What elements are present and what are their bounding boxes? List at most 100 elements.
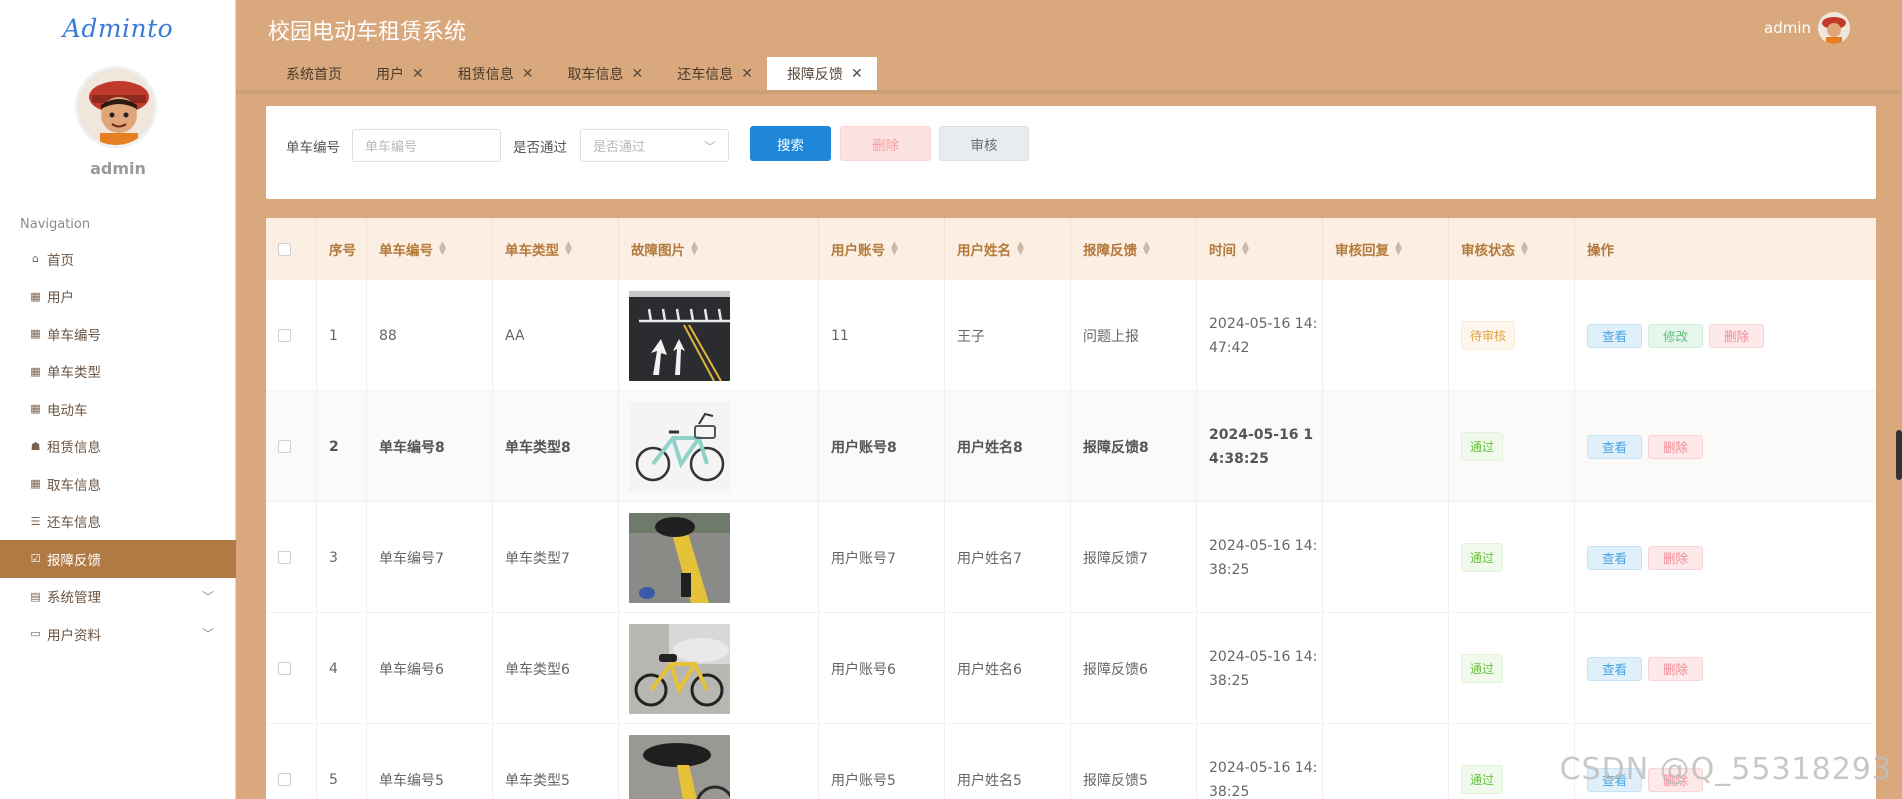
fault-photo[interactable] [629, 290, 730, 381]
fault-photo[interactable] [629, 623, 730, 714]
sidebar-item-system[interactable]: ▤ 系统管理 ﹀ [0, 578, 236, 616]
sidebar-item-label: 用户 [47, 290, 74, 307]
col-header[interactable]: 时间 ▲ ▼ [1197, 218, 1323, 280]
sidebar-item-bike-no[interactable]: ▦ 单车编号 [0, 315, 236, 353]
row-checkbox[interactable] [278, 329, 291, 342]
view-button[interactable]: 查看 [1587, 545, 1643, 570]
select-all-checkbox[interactable] [278, 242, 291, 256]
tab-users[interactable]: 用户 ✕ [356, 57, 438, 90]
sort-icon[interactable]: ▲ ▼ [1017, 241, 1024, 257]
delete-row-button[interactable]: 删除 [1648, 545, 1704, 570]
header-username[interactable]: admin [1764, 19, 1811, 37]
cell-bike-no: 88 [367, 280, 493, 391]
table-row: 3 单车编号7 单车类型7 用户账号7 用户姓名7 报障反馈7 2024-05-… [266, 502, 1876, 613]
delete-row-button[interactable]: 删除 [1648, 656, 1704, 681]
sidebar-item-pickup[interactable]: ▦ 取车信息 [0, 465, 236, 503]
search-button[interactable]: 搜索 [750, 126, 831, 161]
sidebar-item-label: 租赁信息 [47, 440, 101, 457]
chevron-down-icon: ﹀ [201, 627, 214, 641]
sort-icon[interactable]: ▲ ▼ [1242, 241, 1249, 257]
delete-row-button[interactable]: 删除 [1648, 434, 1704, 459]
delete-row-button[interactable]: 删除 [1709, 323, 1765, 348]
sidebar-item-home[interactable]: ⌂ 首页 [0, 240, 236, 278]
col-header[interactable]: 单车类型 ▲ ▼ [493, 218, 619, 280]
sort-icon[interactable]: ▲ ▼ [565, 241, 572, 257]
row-checkbox[interactable] [278, 440, 291, 453]
sidebar-item-profile[interactable]: ▭ 用户资料 ﹀ [0, 615, 236, 653]
col-header[interactable]: 审核状态 ▲ ▼ [1449, 218, 1575, 280]
tab-fault-report[interactable]: 报障反馈 ✕ [766, 57, 877, 90]
tab-pickup[interactable]: 取车信息 ✕ [547, 57, 658, 90]
sidebar-item-label: 系统管理 [47, 590, 101, 607]
cell-photo [619, 502, 819, 613]
close-icon[interactable]: ✕ [741, 66, 753, 82]
col-header-label: 序号 [329, 243, 356, 259]
col-header[interactable]: 单车编号 ▲ ▼ [367, 218, 493, 280]
cell-bike-no: 单车编号5 [367, 724, 493, 799]
col-header-label: 故障图片 [631, 243, 685, 259]
fault-photo[interactable] [629, 401, 730, 492]
sort-icon[interactable]: ▲ ▼ [439, 241, 446, 257]
sidebar-nav: ⌂ 首页 ▦ 用户 ▦ 单车编号 ▦ 单车类型 ▦ 电动车 ☗ 租赁信息 ▦ 取车信息 ☰ 还车… [0, 240, 236, 653]
cell-name: 王子 [945, 280, 1071, 391]
cell-actions: 查看 修改 删除 [1575, 280, 1876, 391]
tab-home[interactable]: 系统首页 [266, 57, 356, 90]
row-checkbox[interactable] [278, 773, 291, 786]
sort-icon[interactable]: ▲ ▼ [691, 241, 698, 257]
thumb-icon: ☗ [30, 439, 41, 453]
row-select-cell [266, 502, 317, 613]
status-badge: 通过 [1461, 432, 1504, 461]
sort-icon[interactable]: ▲ ▼ [1395, 241, 1402, 257]
cell-account: 11 [819, 280, 945, 391]
col-header[interactable]: 故障图片 ▲ ▼ [619, 218, 819, 280]
close-icon[interactable]: ✕ [851, 66, 863, 82]
user-avatar[interactable] [75, 66, 157, 148]
col-header[interactable]: 审核回复 ▲ ▼ [1323, 218, 1449, 280]
tab-return[interactable]: 还车信息 ✕ [657, 57, 767, 90]
sort-icon[interactable]: ▲ ▼ [1521, 241, 1528, 257]
sidebar-item-return[interactable]: ☰ 还车信息 [0, 503, 236, 541]
sidebar-item-fault-report[interactable]: ☑ 报障反馈 [0, 540, 236, 578]
table-row: 1 88 AA 11 王子 问题上报 2024-05-16 14: 47:42 待… [266, 280, 1876, 391]
row-checkbox[interactable] [278, 551, 291, 564]
cell-reply [1323, 502, 1449, 613]
cell-status: 通过 [1449, 502, 1575, 613]
edit-button[interactable]: 修改 [1648, 323, 1704, 348]
header-avatar[interactable] [1818, 12, 1850, 44]
tab-divider [236, 90, 1902, 94]
fault-photo[interactable] [629, 512, 730, 603]
col-header[interactable]: 用户账号 ▲ ▼ [819, 218, 945, 280]
fault-photo[interactable] [629, 734, 730, 799]
tab-bar: 系统首页 用户 ✕ 租赁信息 ✕ 取车信息 ✕ 还车信息 ✕ 报障反馈 ✕ [266, 57, 877, 90]
view-button[interactable]: 查看 [1587, 434, 1643, 459]
cell-account: 用户账号5 [819, 724, 945, 799]
bike-no-input[interactable]: 单车编号 [352, 129, 501, 162]
tab-rental[interactable]: 租赁信息 ✕ [437, 57, 548, 90]
col-header[interactable]: 用户姓名 ▲ ▼ [945, 218, 1071, 280]
app-logo[interactable]: Adminto [0, 14, 236, 43]
close-icon[interactable]: ✕ [631, 66, 643, 82]
sort-icon[interactable]: ▲ ▼ [1143, 241, 1150, 257]
sidebar-item-bike-type[interactable]: ▦ 单车类型 [0, 353, 236, 391]
cell-bike-no: 单车编号6 [367, 613, 493, 724]
list-icon: ☰ [30, 514, 41, 528]
page-scrollbar[interactable] [1896, 430, 1902, 480]
view-button[interactable]: 查看 [1587, 323, 1643, 348]
view-button[interactable]: 查看 [1587, 656, 1643, 681]
close-icon[interactable]: ✕ [522, 66, 534, 82]
sort-icon[interactable]: ▲ ▼ [891, 241, 898, 257]
sidebar-item-rental[interactable]: ☗ 租赁信息 [0, 428, 236, 466]
row-checkbox[interactable] [278, 662, 291, 675]
close-icon[interactable]: ✕ [412, 66, 424, 82]
pass-select[interactable]: 是否通过 ﹀ [580, 129, 729, 162]
sidebar-item-users[interactable]: ▦ 用户 [0, 278, 236, 316]
row-select-cell [266, 391, 317, 502]
audit-button[interactable]: 审核 [939, 126, 1029, 161]
sidebar-item-ebike[interactable]: ▦ 电动车 [0, 390, 236, 428]
col-header[interactable]: 报障反馈 ▲ ▼ [1071, 218, 1197, 280]
col-header-label: 用户姓名 [957, 243, 1011, 259]
cell-status: 通过 [1449, 724, 1575, 799]
delete-button[interactable]: 删除 [840, 126, 931, 161]
cell-actions: 查看 删除 [1575, 613, 1876, 724]
cell-reply [1323, 613, 1449, 724]
